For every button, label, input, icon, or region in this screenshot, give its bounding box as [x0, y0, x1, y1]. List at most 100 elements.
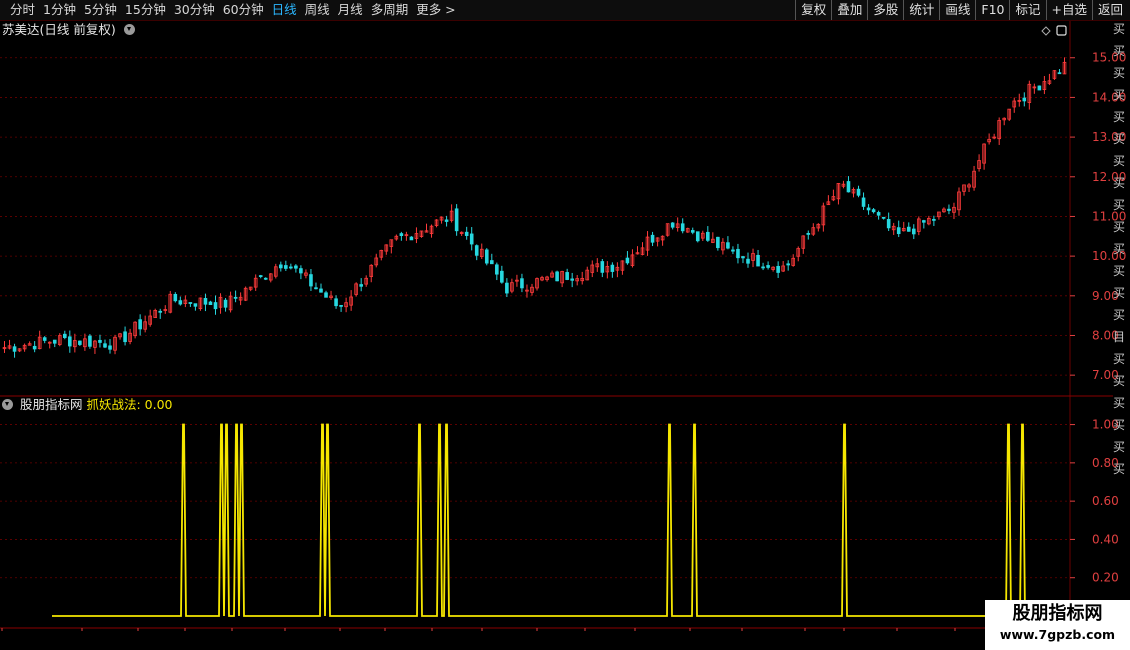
- candle-body: [856, 188, 861, 196]
- x-tick-label: 10: [808, 630, 823, 631]
- candle-body: [474, 245, 479, 256]
- side-char: 买: [1113, 154, 1126, 168]
- candle-body: [906, 226, 911, 232]
- dropdown-circle-icon[interactable]: [2, 399, 13, 410]
- price-panel-title[interactable]: 苏美达(日线 前复权): [2, 22, 138, 38]
- x-tick-label: 4: [485, 630, 492, 631]
- candle-body: [484, 249, 489, 264]
- candle-body: [495, 264, 499, 275]
- toolbar-button-8[interactable]: 返回: [1091, 0, 1128, 20]
- candle-body: [489, 260, 494, 265]
- candle-body: [203, 298, 208, 305]
- toolbar-button-6[interactable]: 标记: [1009, 0, 1045, 20]
- tab-1[interactable]: 1分钟: [39, 0, 80, 20]
- candle-body: [746, 258, 750, 264]
- dropdown-circle-icon[interactable]: [123, 24, 135, 35]
- tab-9[interactable]: 多周期: [367, 0, 413, 20]
- tab-7[interactable]: 周线: [301, 0, 334, 20]
- candle-body: [178, 300, 183, 305]
- candle-body: [505, 282, 509, 294]
- candle-body: [911, 228, 916, 235]
- candle-body: [299, 268, 303, 274]
- x-tick-label: 1: [958, 630, 965, 631]
- kline-chart[interactable]: 15.0014.0013.0012.0011.0010.009.008.007.…: [0, 21, 1130, 631]
- watermark-url: www.7gpzb.com: [999, 627, 1116, 642]
- x-tick-label: 7: [638, 630, 645, 631]
- toolbar-button-2[interactable]: 多股: [867, 0, 903, 20]
- candle-body: [766, 265, 770, 268]
- candle-body: [726, 242, 730, 249]
- tab-4[interactable]: 30分钟: [170, 0, 219, 20]
- candle-body: [289, 266, 293, 269]
- candle-body: [871, 209, 876, 213]
- candle-body: [570, 278, 574, 281]
- candle-body: [108, 345, 112, 350]
- x-tick-label: 3: [435, 630, 442, 631]
- toolbar-button-4[interactable]: 画线: [939, 0, 975, 20]
- candle-body: [32, 345, 37, 350]
- candle-body: [776, 265, 780, 273]
- period-toolbar: 分时 1分钟 5分钟 15分钟 30分钟 60分钟 日线 周线 月线 多周期 更多 > 复权 叠加 多股…: [0, 0, 1130, 21]
- candle-body: [695, 231, 700, 242]
- indicator-panel-title[interactable]: 股朋指标网 抓妖战法: 0.00: [2, 397, 173, 413]
- side-char: 买: [1113, 286, 1126, 300]
- diamond-icon: [1041, 26, 1051, 36]
- side-char: 买: [1113, 132, 1126, 146]
- watermark-box: 股朋指标网 www.7gpzb.com: [985, 600, 1130, 650]
- tab-0[interactable]: 分时: [6, 0, 39, 20]
- candle-body: [741, 256, 745, 259]
- side-char: 买: [1113, 352, 1126, 366]
- x-tick-label: 10: [188, 630, 203, 631]
- x-tick-label: 8: [85, 630, 92, 631]
- toolbar-button-5[interactable]: F10: [975, 0, 1009, 20]
- candle-body: [173, 293, 178, 302]
- side-char: 买: [1113, 22, 1126, 36]
- candle-body: [861, 197, 866, 207]
- x-tick-label: 6: [588, 630, 595, 631]
- candle-body: [399, 233, 404, 237]
- side-char: 买: [1113, 418, 1126, 432]
- x-tick-label: 2: [388, 630, 395, 631]
- tab-6[interactable]: 日线: [268, 0, 301, 20]
- tab-2[interactable]: 5分钟: [80, 0, 121, 20]
- tab-10[interactable]: 更多 >: [412, 0, 459, 20]
- function-buttons: 复权 叠加 多股 统计 画线 F10 标记 +自选 返回: [795, 0, 1128, 20]
- candle-body: [690, 230, 695, 233]
- candle-body: [610, 264, 615, 272]
- candle-body: [1022, 97, 1027, 102]
- candle-body: [284, 265, 288, 269]
- candle-body: [138, 319, 142, 330]
- tab-3[interactable]: 15分钟: [121, 0, 170, 20]
- candle-body: [876, 212, 881, 216]
- candle-body: [158, 310, 163, 313]
- candle-body: [339, 304, 343, 307]
- side-char: 买: [1113, 110, 1126, 124]
- candle-body: [555, 271, 559, 282]
- candle-body: [896, 227, 901, 235]
- toolbar-button-0[interactable]: 复权: [795, 0, 831, 20]
- candle-body: [520, 278, 524, 289]
- candle-body: [464, 231, 469, 236]
- tab-8[interactable]: 月线: [334, 0, 367, 20]
- candle-body: [706, 231, 710, 241]
- side-char: 买: [1113, 374, 1126, 388]
- x-tick-label: 5: [540, 630, 547, 631]
- candle-body: [88, 335, 92, 347]
- side-char: 买: [1113, 88, 1126, 102]
- tab-5[interactable]: 60分钟: [219, 0, 268, 20]
- candle-body: [68, 336, 72, 347]
- candle-body: [625, 257, 630, 264]
- candle-body: [294, 265, 298, 269]
- side-char: 买: [1113, 66, 1126, 80]
- indicator-spike-line: [52, 423, 1070, 617]
- candle-body: [806, 233, 811, 235]
- toolbar-button-7[interactable]: +自选: [1045, 0, 1092, 20]
- candle-body: [263, 277, 268, 280]
- candle-body: [922, 220, 926, 223]
- candle-body: [324, 292, 328, 298]
- candle-body: [103, 343, 107, 348]
- side-char: 目: [1113, 330, 1126, 344]
- toolbar-button-1[interactable]: 叠加: [831, 0, 867, 20]
- candle-body: [454, 208, 459, 232]
- toolbar-button-3[interactable]: 统计: [903, 0, 939, 20]
